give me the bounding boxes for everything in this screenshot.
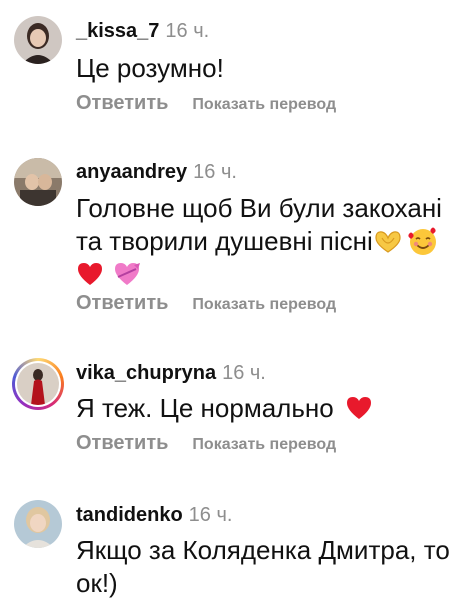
- red-heart-emoji-icon: [345, 395, 373, 421]
- reply-button[interactable]: Ответить: [76, 432, 168, 454]
- comment-text: Якщо за Коляденка Дмитра, то ок!): [76, 534, 456, 600]
- translate-button[interactable]: Показать перевод: [192, 96, 336, 113]
- profile-photo-icon: [17, 363, 59, 405]
- comment-actions: Ответить Показать перевод: [76, 432, 336, 455]
- comment-actions: Ответить Показать перевод: [76, 292, 336, 315]
- username[interactable]: _kissa_7: [76, 20, 159, 42]
- comment-text: Я теж. Це нормально: [76, 392, 456, 425]
- username[interactable]: tandidenko: [76, 504, 183, 526]
- comment-text-line: та творили душевні пісні: [76, 225, 456, 258]
- username[interactable]: anyaandrey: [76, 161, 187, 183]
- timestamp: 16 ч.: [222, 362, 266, 384]
- translate-button[interactable]: Показать перевод: [192, 296, 336, 313]
- profile-photo-icon: [14, 16, 62, 64]
- comment-text-fragment: Я теж. Це нормально: [76, 393, 334, 423]
- comment-text: Головне щоб Ви були закохані та творили …: [76, 192, 456, 291]
- profile-photo-icon: [14, 158, 62, 206]
- comment-text-line: ок!): [76, 568, 118, 598]
- username[interactable]: vika_chupryna: [76, 362, 216, 384]
- timestamp: 16 ч.: [165, 20, 210, 42]
- comment-actions: Ответить Показать перевод: [76, 92, 336, 115]
- reply-button[interactable]: Ответить: [76, 292, 168, 314]
- comment-header: vika_chupryna 16 ч.: [76, 360, 266, 386]
- avatar[interactable]: [14, 500, 62, 548]
- red-heart-emoji-icon: [76, 261, 104, 287]
- translate-button[interactable]: Показать перевод: [192, 436, 336, 453]
- comment-text-line: Якщо за Коляденка Дмитра, то: [76, 535, 450, 565]
- avatar[interactable]: [14, 158, 62, 206]
- heart-hands-emoji-icon: [373, 228, 403, 254]
- reply-button[interactable]: Ответить: [76, 92, 168, 114]
- timestamp: 16 ч.: [193, 161, 237, 183]
- heart-with-ribbon-emoji-icon: [112, 261, 142, 287]
- comment-text: Це розумно!: [76, 53, 224, 83]
- comment-text-fragment: та творили душевні пісні: [76, 226, 373, 256]
- smiling-face-with-hearts-emoji-icon: [407, 226, 439, 256]
- profile-photo-icon: [14, 500, 62, 548]
- timestamp: 16 ч.: [188, 504, 233, 526]
- emoji-line: [76, 258, 456, 291]
- avatar[interactable]: [12, 358, 64, 410]
- avatar[interactable]: [14, 16, 62, 64]
- comment-header: anyaandrey 16 ч.: [76, 159, 237, 185]
- comment-header: _kissa_7 16 ч.: [76, 18, 209, 44]
- comment-text-line: Головне щоб Ви були закохані: [76, 193, 442, 223]
- comment-header: tandidenko 16 ч.: [76, 502, 232, 528]
